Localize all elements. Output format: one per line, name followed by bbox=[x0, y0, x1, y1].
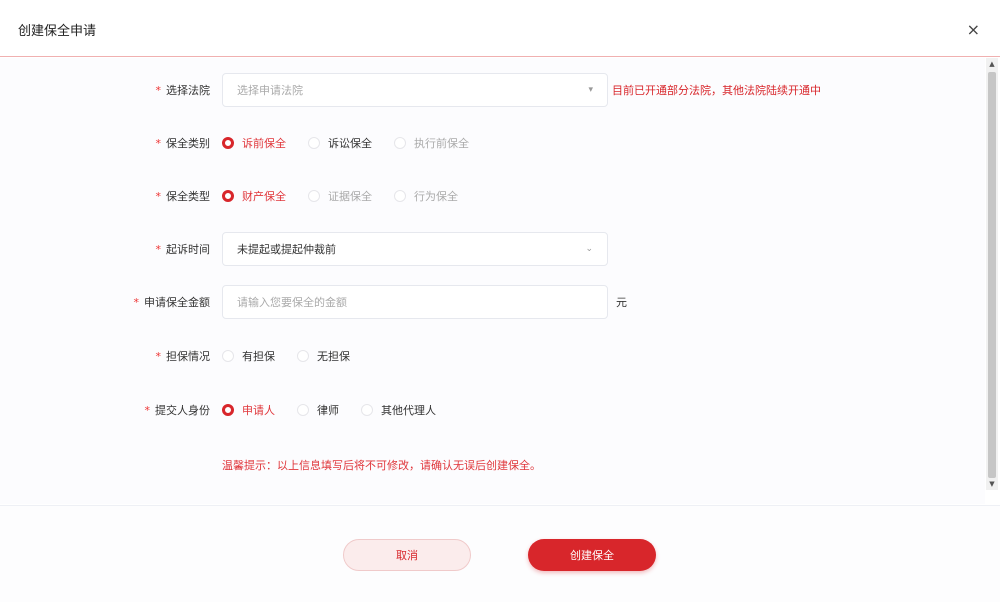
amount-unit: 元 bbox=[616, 294, 627, 310]
radio-pre-execution[interactable]: 执行前保全 bbox=[394, 135, 469, 151]
dialog-header: 创建保全申请 × bbox=[0, 0, 1000, 57]
type-row: *保全类型 财产保全 证据保全 行为保全 bbox=[0, 179, 985, 213]
guarantee-row: *担保情况 有担保 无担保 bbox=[0, 339, 985, 373]
period-select[interactable]: 未提起或提起仲裁前⌄ bbox=[222, 232, 608, 266]
court-note: 目前已开通部分法院，其他法院陆续开通中 bbox=[612, 82, 821, 98]
create-button[interactable]: 创建保全 bbox=[528, 539, 656, 571]
scrollbar-thumb[interactable] bbox=[988, 72, 996, 478]
type-label: 保全类型 bbox=[166, 190, 210, 203]
radio-other-agent[interactable]: 其他代理人 bbox=[361, 402, 436, 418]
cancel-button[interactable]: 取消 bbox=[343, 539, 471, 571]
radio-behavior[interactable]: 行为保全 bbox=[394, 188, 458, 204]
submitter-row: *提交人身份 申请人 律师 其他代理人 bbox=[0, 393, 985, 427]
scroll-up-icon[interactable]: ▲ bbox=[986, 60, 998, 68]
category-label: 保全类别 bbox=[166, 137, 210, 150]
warm-hint: 温馨提示：以上信息填写后将不可修改，请确认无误后创建保全。 bbox=[222, 457, 541, 473]
court-select[interactable]: 选择申请法院▾ bbox=[222, 73, 608, 107]
dialog-footer: 取消 创建保全 bbox=[0, 505, 1000, 602]
radio-no-guarantee[interactable]: 无担保 bbox=[297, 348, 350, 364]
guarantee-label: 担保情况 bbox=[166, 350, 210, 363]
period-label: 起诉时间 bbox=[166, 243, 210, 256]
court-label: *选择法院 bbox=[156, 82, 211, 98]
radio-evidence[interactable]: 证据保全 bbox=[308, 188, 372, 204]
period-row: *起诉时间 未提起或提起仲裁前⌄ bbox=[0, 232, 985, 266]
amount-row: *申请保全金额 请输入您要保全的金额 元 bbox=[0, 285, 985, 319]
submitter-label: 提交人身份 bbox=[155, 404, 210, 417]
scrollbar[interactable]: ▲ ▼ bbox=[986, 58, 998, 490]
close-icon[interactable]: × bbox=[967, 20, 980, 39]
radio-pre-litigation[interactable]: 诉前保全 bbox=[222, 135, 286, 151]
radio-applicant[interactable]: 申请人 bbox=[222, 402, 275, 418]
radio-with-guarantee[interactable]: 有担保 bbox=[222, 348, 275, 364]
category-row: *保全类别 诉前保全 诉讼保全 执行前保全 bbox=[0, 126, 985, 160]
amount-input[interactable]: 请输入您要保全的金额 bbox=[222, 285, 608, 319]
chevron-down-icon: ⌄ bbox=[585, 244, 593, 254]
caret-down-icon: ▾ bbox=[588, 85, 593, 95]
radio-property[interactable]: 财产保全 bbox=[222, 188, 286, 204]
dialog-title: 创建保全申请 bbox=[18, 20, 96, 39]
dialog-body: *选择法院 选择申请法院▾ 目前已开通部分法院，其他法院陆续开通中 *保全类别 … bbox=[0, 58, 985, 504]
scroll-down-icon[interactable]: ▼ bbox=[986, 480, 998, 488]
radio-lawyer[interactable]: 律师 bbox=[297, 402, 339, 418]
radio-litigation[interactable]: 诉讼保全 bbox=[308, 135, 372, 151]
amount-label: 申请保全金额 bbox=[144, 296, 210, 309]
court-row: *选择法院 选择申请法院▾ 目前已开通部分法院，其他法院陆续开通中 bbox=[0, 73, 985, 107]
